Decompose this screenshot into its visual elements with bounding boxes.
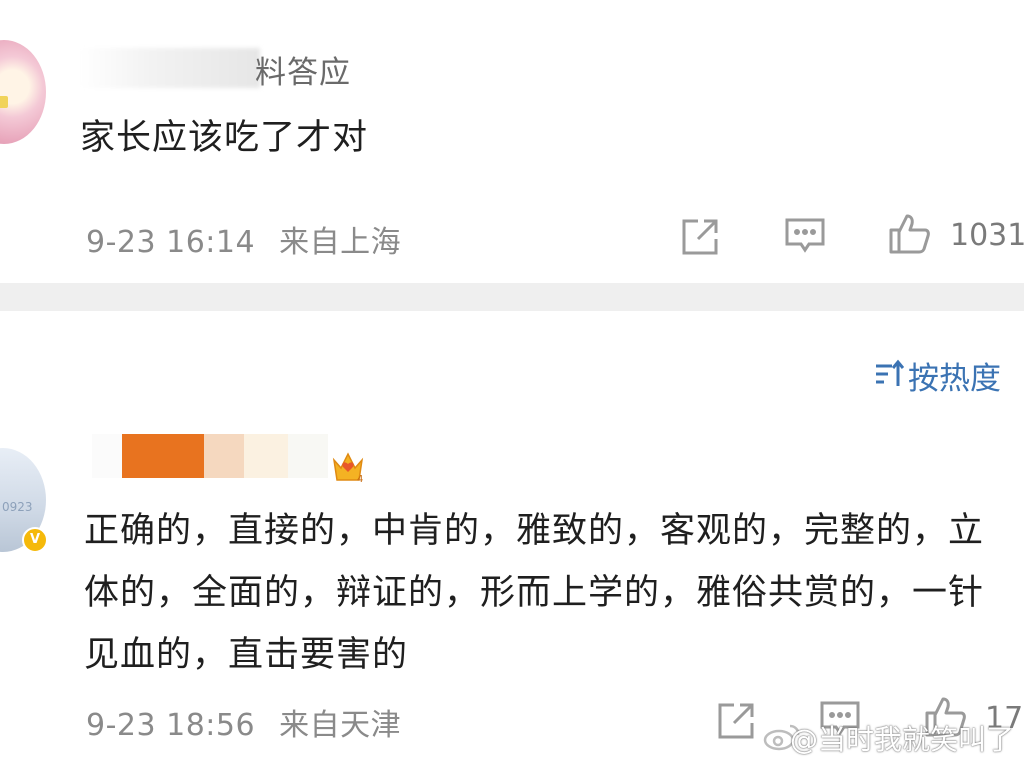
comment-meta: 9-23 18:56 来自天津 bbox=[86, 700, 401, 744]
repost-icon[interactable] bbox=[714, 699, 758, 743]
watermark: @当时我就笑叫了 bbox=[789, 723, 1014, 756]
username[interactable]: 料答应 bbox=[255, 47, 351, 92]
comment-meta: 9-23 16:14 来自上海 bbox=[86, 217, 401, 261]
avatar[interactable] bbox=[0, 40, 46, 144]
comment-time: 9-23 16:14 bbox=[86, 225, 256, 260]
comment-time: 9-23 18:56 bbox=[86, 708, 256, 743]
svg-text:4: 4 bbox=[357, 474, 363, 484]
like-count: 1031 bbox=[950, 218, 1024, 253]
verified-icon: V bbox=[22, 527, 48, 553]
comment-location: 来自天津 bbox=[279, 708, 402, 743]
repost-icon[interactable] bbox=[678, 215, 722, 259]
sort-icon[interactable] bbox=[874, 358, 905, 390]
username-blurred[interactable] bbox=[92, 434, 332, 478]
comment-text: 家长应该吃了才对 bbox=[80, 118, 369, 158]
like-icon[interactable] bbox=[887, 212, 931, 256]
avatar-caption: 0923 bbox=[2, 500, 33, 514]
crown-icon: 4 bbox=[330, 446, 366, 485]
username-blurred bbox=[80, 48, 260, 88]
comment-icon[interactable] bbox=[783, 214, 827, 258]
comment-text: 正确的，直接的，中肯的，雅致的，客观的，完整的，立体的，全面的，辩证的，形而上学… bbox=[84, 511, 985, 675]
comment-location: 来自上海 bbox=[279, 225, 402, 260]
section-divider bbox=[0, 283, 1024, 311]
sort-button[interactable]: 按热度 bbox=[908, 353, 1001, 398]
